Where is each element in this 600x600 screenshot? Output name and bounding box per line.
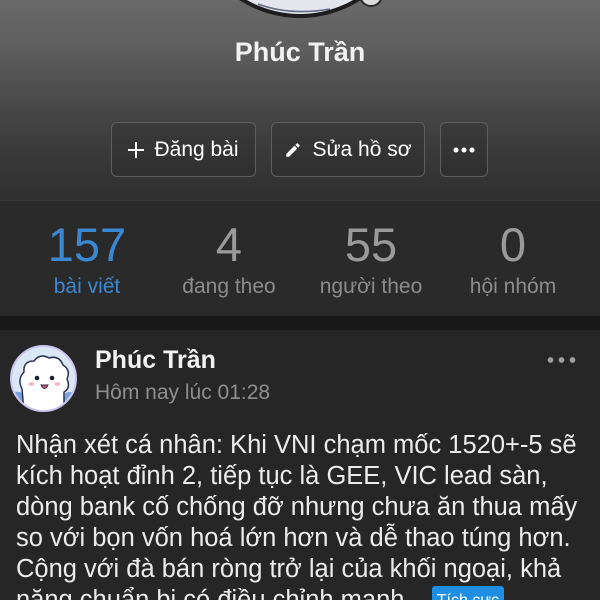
stat-groups-count: 0	[499, 218, 527, 271]
edit-profile-label: Sửa hồ sơ	[312, 137, 412, 161]
pencil-icon	[286, 142, 301, 157]
profile-more-button[interactable]	[440, 122, 488, 177]
profile-header: Phúc Trần Đăng bài Sửa hồ sơ	[0, 0, 600, 200]
post-body[interactable]: Nhận xét cá nhân: Khi VNI chạm mốc 1520+…	[16, 430, 584, 600]
stat-following-count: 4	[215, 218, 243, 271]
stat-groups[interactable]: 0 hội nhóm	[442, 201, 584, 316]
profile-name: Phúc Trần	[234, 37, 366, 67]
profile-stats: 157 bài viết 4 đang theo 55 người theo 0…	[0, 200, 600, 316]
stat-followers-label: người theo	[319, 275, 423, 298]
post-card[interactable]: Phúc Trần Hôm nay lúc 01:28 Nhận xét cá …	[0, 330, 600, 600]
sentiment-tag: Tích cực	[431, 585, 504, 600]
avatar-edit-badge[interactable]	[360, 0, 382, 7]
post-author-name[interactable]: Phúc Trần	[95, 345, 216, 375]
profile-screen: Phúc Trần Đăng bài Sửa hồ sơ 157 bài viế…	[0, 0, 600, 600]
post-body-line: kích hoạt đỉnh 2, tiếp tục là GEE, VIC l…	[16, 461, 548, 490]
post-body-line: dòng bank cố chống đỡ nhưng chưa ăn thua…	[16, 492, 578, 521]
stat-posts-count: 157	[47, 218, 127, 271]
post-body-line: Cộng với đà bán ròng trở lại của khối ng…	[16, 554, 562, 583]
new-post-button[interactable]: Đăng bài	[111, 122, 256, 177]
stat-groups-label: hội nhóm	[469, 275, 557, 298]
stat-following-label: đang theo	[182, 275, 276, 298]
post-timestamp: Hôm nay lúc 01:28	[95, 381, 271, 404]
post-body-last-line: năng chuẩn bị có điều chỉnh mạnh... Tích …	[16, 585, 584, 600]
stat-posts[interactable]: 157 bài viết	[16, 201, 158, 316]
post-author-avatar[interactable]	[10, 345, 77, 412]
section-divider	[0, 316, 600, 330]
post-body-line: Nhận xét cá nhân: Khi VNI chạm mốc 1520+…	[16, 430, 577, 459]
more-horizontal-icon	[452, 145, 476, 154]
post-more-icon[interactable]	[545, 355, 578, 365]
post-body-line: so với bọn vốn hoá lớn hơn và dễ thao tú…	[16, 523, 571, 552]
stat-followers[interactable]: 55 người theo	[300, 201, 442, 316]
plus-icon	[128, 141, 145, 158]
post-body-line-text: năng chuẩn bị có điều chỉnh mạnh...	[16, 585, 426, 600]
profile-avatar[interactable]	[230, 0, 390, 20]
edit-profile-button[interactable]: Sửa hồ sơ	[271, 122, 425, 177]
new-post-label: Đăng bài	[154, 137, 239, 161]
stat-posts-label: bài viết	[53, 275, 121, 298]
pencil-shape	[286, 142, 301, 157]
profile-actions: Đăng bài Sửa hồ sơ	[111, 122, 488, 177]
stat-following[interactable]: 4 đang theo	[158, 201, 300, 316]
stat-followers-count: 55	[344, 218, 398, 271]
